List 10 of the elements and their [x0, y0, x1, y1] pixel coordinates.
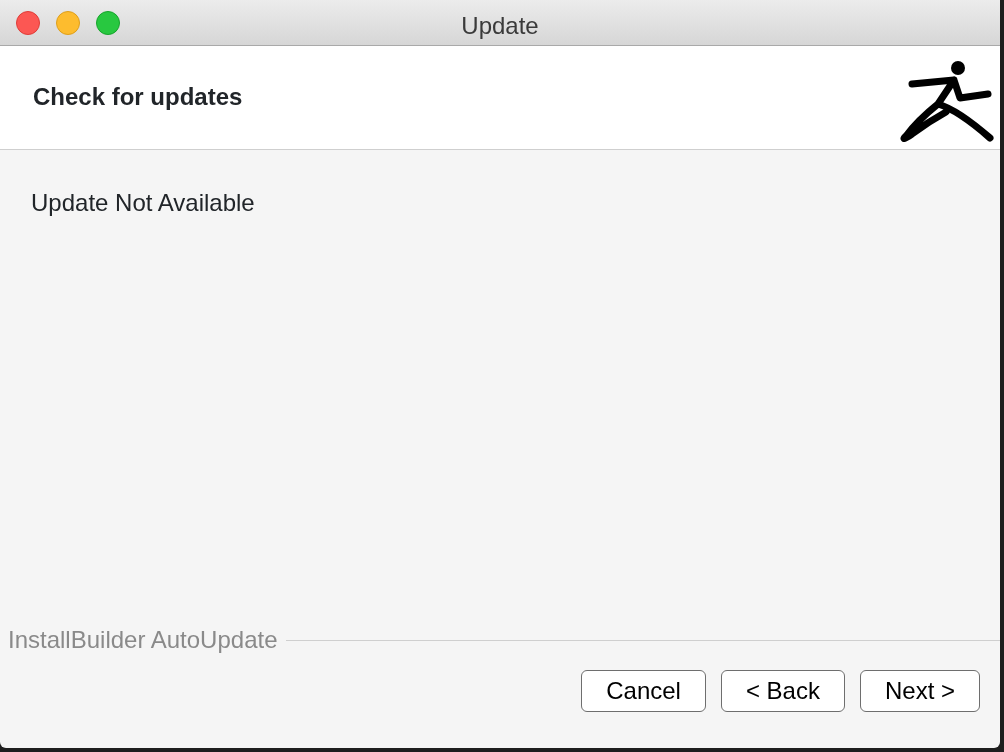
- next-button[interactable]: Next >: [859, 670, 980, 712]
- close-button[interactable]: [16, 10, 40, 35]
- back-button[interactable]: < Back: [720, 670, 845, 712]
- window-title: Update: [461, 12, 539, 39]
- minimize-button[interactable]: [56, 10, 80, 35]
- header-title: Check for updates: [33, 83, 243, 112]
- status-message: Update Not Available: [31, 189, 255, 216]
- zoom-button[interactable]: [96, 10, 120, 35]
- footer-brand: InstallBuilder AutoUpdate: [8, 625, 278, 655]
- cancel-button[interactable]: Cancel: [581, 670, 706, 712]
